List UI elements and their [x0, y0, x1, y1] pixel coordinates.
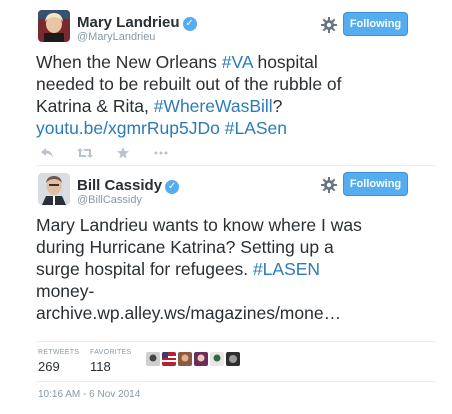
favoriter-avatars	[146, 352, 240, 366]
more-icon[interactable]	[152, 146, 170, 160]
avatar-bill-cassidy[interactable]	[38, 173, 70, 205]
retweets-count[interactable]: 269	[38, 359, 60, 374]
tweet-text-line: archive.wp.alley.ws/magazines/mone…	[36, 302, 436, 324]
tweet-1-actions	[38, 146, 170, 160]
tweet-link[interactable]: youtu.be/xgmrRup5JDo	[36, 118, 220, 138]
tweet-text-line: Mary Landrieu wants to know where I was	[36, 214, 436, 236]
tweet-text-segment: needed to be rebuilt out of the rubble o…	[36, 74, 342, 94]
tweet-2-text: Mary Landrieu wants to know where I was d…	[36, 214, 436, 324]
tweet-text-line: When the New Orleans #VA hospital	[36, 51, 436, 73]
verified-badge-icon: ✓	[182, 17, 197, 31]
tweet-2-handle[interactable]: @BillCassidy	[77, 194, 142, 206]
tweet-text-segment: surge hospital for refugees.	[36, 259, 253, 279]
tweet-text-segment: money-	[36, 281, 95, 301]
tweet-text-line: youtu.be/xgmrRup5JDo #LASen	[36, 117, 436, 139]
tweet-text-line: surge hospital for refugees. #LASEN	[36, 258, 436, 280]
tweet-text-line: Katrina & Rita, #WhereWasBill?	[36, 95, 436, 117]
tweet-text-segment: Mary Landrieu wants to know where I was	[36, 215, 362, 235]
tweet-text-segment: Katrina & Rita,	[36, 96, 154, 116]
following-button[interactable]: Following	[343, 12, 408, 36]
tweet-1-handle[interactable]: @MaryLandrieu	[77, 31, 155, 43]
tweet-text-segment: during Hurricane Katrina? Setting up a	[36, 237, 334, 257]
tweet-link[interactable]: #LASen	[225, 118, 287, 138]
favoriter-avatar[interactable]	[162, 352, 176, 366]
tweet-text-segment: When the New Orleans	[36, 52, 222, 72]
tweet-link[interactable]: #LASEN	[253, 259, 320, 279]
retweet-icon[interactable]	[76, 146, 94, 160]
gear-icon[interactable]	[320, 176, 338, 194]
tweet-timestamp[interactable]: 10:16 AM - 6 Nov 2014	[38, 389, 140, 400]
favoriter-avatar[interactable]	[194, 352, 208, 366]
tweet-1-text: When the New Orleans #VA hospital needed …	[36, 51, 436, 139]
tweet-2-name[interactable]: Bill Cassidy ✓	[77, 177, 180, 194]
tweet-text-line: during Hurricane Katrina? Setting up a	[36, 236, 436, 258]
verified-badge-icon: ✓	[165, 180, 180, 194]
retweets-label: RETWEETS	[38, 349, 80, 356]
tweet-link[interactable]: #WhereWasBill	[154, 96, 273, 116]
stats-divider-bottom	[36, 381, 436, 382]
tweet-text-line: needed to be rebuilt out of the rubble o…	[36, 73, 436, 95]
gear-icon[interactable]	[320, 16, 338, 34]
favorites-count[interactable]: 118	[90, 359, 111, 374]
tweet-text-segment: archive.wp.alley.ws/magazines/mone…	[36, 303, 342, 323]
tweet-text-line: money-	[36, 280, 436, 302]
avatar-mary-landrieu[interactable]	[38, 10, 70, 42]
stats-divider-top	[36, 341, 436, 342]
favoriter-avatar[interactable]	[146, 352, 160, 366]
reply-icon[interactable]	[38, 146, 56, 160]
tweet-link[interactable]: #VA	[222, 52, 253, 72]
favoriter-avatar[interactable]	[178, 352, 192, 366]
tweet-text-segment: hospital	[252, 52, 318, 72]
tweet-1-name[interactable]: Mary Landrieu ✓	[77, 14, 197, 31]
favorites-label: FAVORITES	[90, 349, 132, 356]
star-icon[interactable]	[114, 146, 132, 160]
favoriter-avatar[interactable]	[226, 352, 240, 366]
favoriter-avatar[interactable]	[210, 352, 224, 366]
tweet-text-segment: ?	[272, 96, 283, 116]
following-button[interactable]: Following	[343, 172, 408, 196]
